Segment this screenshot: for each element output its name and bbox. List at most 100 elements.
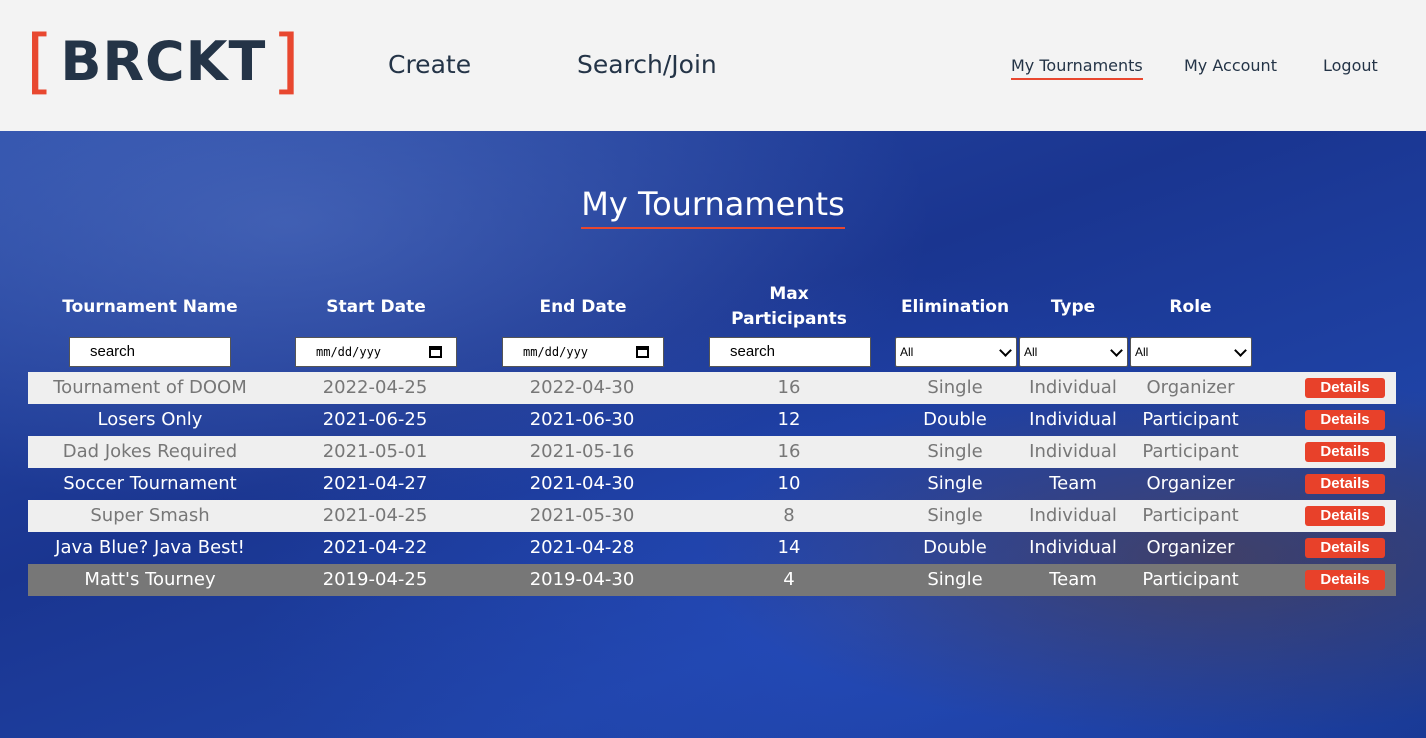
elimination-filter-select[interactable]: All	[895, 337, 1017, 367]
type-filter-value: All	[1024, 345, 1038, 359]
end-date-cell: 2019-04-30	[529, 569, 635, 590]
logo-text: BRCKT	[60, 29, 267, 93]
start-date-cell: 2021-04-25	[322, 505, 428, 526]
end-date-cell: 2021-05-30	[529, 505, 635, 526]
page-title: My Tournaments	[0, 185, 1426, 229]
tournament-name-cell: Losers Only	[97, 409, 203, 430]
column-header-max-participants: Max Participants	[709, 282, 869, 332]
tournament-name-cell: Matt's Tourney	[84, 569, 216, 590]
role-filter-value: All	[1135, 345, 1149, 359]
role-cell: Participant	[1142, 409, 1239, 430]
tournament-name-cell: Soccer Tournament	[63, 473, 237, 494]
table-row-highlighted: Matt's Tourney 2019-04-25 2019-04-30 4 S…	[28, 564, 1396, 596]
table-row: Losers Only 2021-06-25 2021-06-30 12 Dou…	[28, 404, 1396, 436]
nav-logout-link[interactable]: Logout	[1323, 56, 1378, 75]
role-cell: Organizer	[1146, 377, 1235, 398]
start-date-filter[interactable]: mm/dd/yyy	[295, 337, 457, 367]
table-row: Tournament of DOOM 2022-04-25 2022-04-30…	[28, 372, 1396, 404]
start-date-cell: 2022-04-25	[322, 377, 428, 398]
column-header-max-line2: Participants	[731, 309, 847, 329]
role-cell: Participant	[1142, 441, 1239, 462]
type-cell: Individual	[1029, 537, 1117, 558]
column-header-type: Type	[1050, 297, 1096, 317]
elimination-cell: Single	[927, 441, 983, 462]
start-date-placeholder: mm/dd/yyy	[316, 345, 382, 359]
elimination-cell: Single	[927, 377, 983, 398]
nav-create-link[interactable]: Create	[388, 50, 471, 79]
details-button[interactable]: Details	[1305, 538, 1385, 558]
details-button[interactable]: Details	[1305, 570, 1385, 590]
top-navbar: [ BRCKT ] Create Search/Join My Tourname…	[0, 0, 1426, 131]
tournament-name-cell: Tournament of DOOM	[53, 377, 247, 398]
max-participants-cell: 12	[777, 409, 801, 430]
name-search-input[interactable]: search	[69, 337, 231, 367]
brckt-logo[interactable]: [ BRCKT ]	[26, 20, 301, 102]
role-cell: Organizer	[1146, 537, 1235, 558]
elimination-cell: Single	[927, 569, 983, 590]
max-participants-cell: 10	[777, 473, 801, 494]
page-title-text: My Tournaments	[581, 185, 845, 229]
role-filter-select[interactable]: All	[1130, 337, 1252, 367]
type-cell: Individual	[1029, 409, 1117, 430]
start-date-cell: 2021-05-01	[322, 441, 428, 462]
end-date-cell: 2021-06-30	[529, 409, 635, 430]
logo-left-bracket: [	[26, 20, 55, 102]
end-date-cell: 2021-05-16	[529, 441, 635, 462]
max-participants-search-input[interactable]: search	[709, 337, 871, 367]
elimination-cell: Double	[923, 409, 987, 430]
max-participants-cell: 8	[783, 505, 795, 526]
table-row: Java Blue? Java Best! 2021-04-22 2021-04…	[28, 532, 1396, 564]
end-date-cell: 2022-04-30	[529, 377, 635, 398]
nav-my-tournaments-link[interactable]: My Tournaments	[1011, 56, 1143, 80]
max-participants-cell: 14	[777, 537, 801, 558]
end-date-placeholder: mm/dd/yyy	[523, 345, 589, 359]
calendar-icon[interactable]	[429, 346, 442, 358]
logo-right-bracket: ]	[272, 20, 301, 102]
nav-my-account-link[interactable]: My Account	[1184, 56, 1277, 75]
tournament-name-cell: Java Blue? Java Best!	[55, 537, 245, 558]
details-button[interactable]: Details	[1305, 506, 1385, 526]
end-date-cell: 2021-04-30	[529, 473, 635, 494]
type-cell: Individual	[1029, 505, 1117, 526]
chevron-down-icon	[1110, 343, 1123, 357]
end-date-filter[interactable]: mm/dd/yyy	[502, 337, 664, 367]
column-header-role: Role	[1169, 297, 1212, 317]
details-button[interactable]: Details	[1305, 410, 1385, 430]
type-cell: Individual	[1029, 377, 1117, 398]
start-date-cell: 2021-04-27	[322, 473, 428, 494]
calendar-icon[interactable]	[636, 346, 649, 358]
start-date-cell: 2019-04-25	[322, 569, 428, 590]
start-date-cell: 2021-04-22	[322, 537, 428, 558]
max-participants-cell: 4	[783, 569, 795, 590]
nav-search-join-link[interactable]: Search/Join	[577, 50, 717, 79]
elimination-cell: Single	[927, 473, 983, 494]
table-row: Dad Jokes Required 2021-05-01 2021-05-16…	[28, 436, 1396, 468]
max-participants-cell: 16	[777, 441, 801, 462]
column-header-elimination: Elimination	[900, 297, 1010, 317]
tournaments-section: My Tournaments Tournament Name Start Dat…	[0, 131, 1426, 738]
role-cell: Participant	[1142, 505, 1239, 526]
type-cell: Team	[1049, 473, 1097, 494]
column-header-start-date: Start Date	[326, 297, 426, 317]
elimination-cell: Double	[923, 537, 987, 558]
type-cell: Team	[1049, 569, 1097, 590]
column-header-name: Tournament Name	[62, 297, 238, 317]
end-date-cell: 2021-04-28	[529, 537, 635, 558]
details-button[interactable]: Details	[1305, 474, 1385, 494]
details-button[interactable]: Details	[1305, 378, 1385, 398]
chevron-down-icon	[999, 343, 1012, 357]
role-cell: Participant	[1142, 569, 1239, 590]
column-header-max-line1: Max	[769, 284, 809, 304]
max-participants-cell: 16	[777, 377, 801, 398]
column-header-end-date: End Date	[539, 297, 627, 317]
details-button[interactable]: Details	[1305, 442, 1385, 462]
elimination-cell: Single	[927, 505, 983, 526]
start-date-cell: 2021-06-25	[322, 409, 428, 430]
type-cell: Individual	[1029, 441, 1117, 462]
table-row: Soccer Tournament 2021-04-27 2021-04-30 …	[28, 468, 1396, 500]
elimination-filter-value: All	[900, 345, 914, 359]
tournament-name-cell: Super Smash	[90, 505, 210, 526]
table-row: Super Smash 2021-04-25 2021-05-30 8 Sing…	[28, 500, 1396, 532]
role-cell: Organizer	[1146, 473, 1235, 494]
type-filter-select[interactable]: All	[1019, 337, 1128, 367]
